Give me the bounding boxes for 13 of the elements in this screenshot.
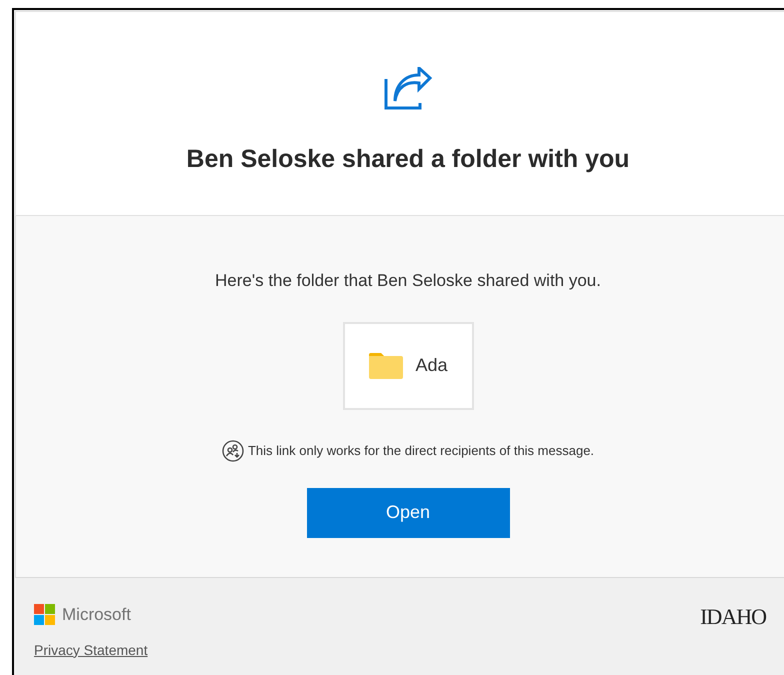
idaho-logo: IDAHO [700, 603, 766, 631]
folder-name: Ada [415, 354, 448, 377]
microsoft-logo-icon [34, 604, 55, 626]
folder-icon [368, 352, 404, 378]
share-message: Here's the folder that Ben Seloske shared with you. [215, 270, 601, 292]
brand-name: Microsoft [62, 604, 131, 626]
share-title: Ben Seloske shared a folder with you [186, 144, 630, 175]
privacy-link[interactable]: Privacy Statement [34, 640, 148, 660]
folder-card[interactable]: Ada [342, 322, 474, 410]
people-icon [222, 440, 244, 462]
link-notice: This link only works for the direct recipients of this message. [248, 442, 594, 460]
open-button[interactable]: Open [306, 488, 510, 538]
share-icon [383, 67, 433, 111]
